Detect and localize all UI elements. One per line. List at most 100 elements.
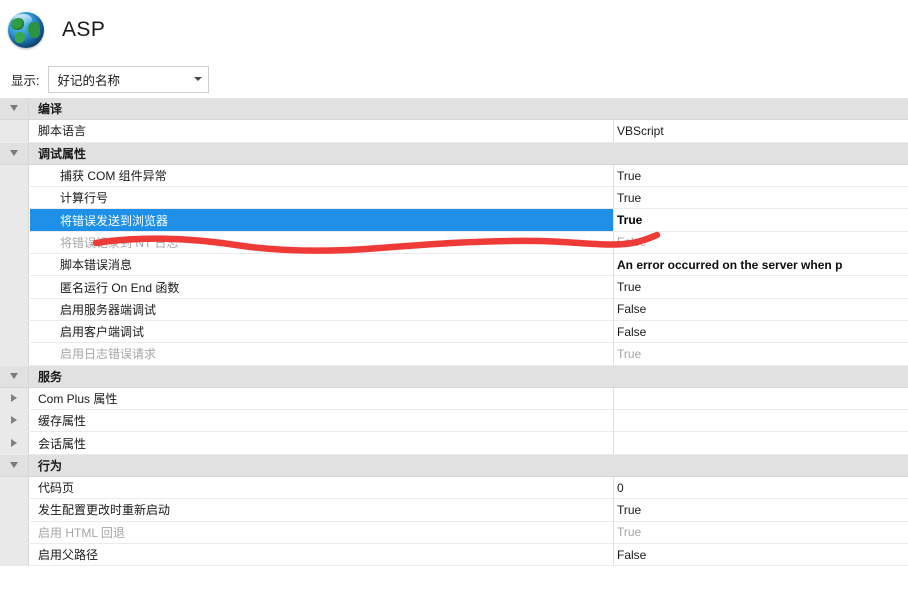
column-divider[interactable] bbox=[613, 320, 614, 343]
property-value[interactable] bbox=[617, 366, 908, 387]
globe-landmass bbox=[15, 32, 25, 43]
column-divider[interactable] bbox=[613, 432, 614, 454]
row-gutter[interactable] bbox=[0, 454, 29, 477]
property-row[interactable]: 启用 HTML 回退 True bbox=[0, 521, 908, 544]
row-gutter[interactable] bbox=[0, 432, 29, 454]
property-value[interactable] bbox=[617, 410, 908, 431]
column-divider[interactable] bbox=[613, 387, 614, 410]
filter-bar: 显示: 好记的名称 bbox=[0, 60, 908, 98]
property-value[interactable] bbox=[617, 432, 908, 453]
property-row[interactable]: 启用父路径 False bbox=[0, 543, 908, 567]
property-name: 启用日志错误请求 bbox=[60, 347, 157, 362]
property-row[interactable]: 捕获 COM 组件异常 True bbox=[0, 164, 908, 188]
row-gutter[interactable] bbox=[0, 410, 29, 432]
property-row[interactable]: 代码页 0 bbox=[0, 477, 908, 500]
filter-label: 显示: bbox=[11, 73, 40, 88]
property-row[interactable]: 启用客户端调试 False bbox=[0, 320, 908, 344]
property-value[interactable]: False bbox=[617, 299, 908, 320]
property-value[interactable]: True bbox=[617, 343, 908, 364]
property-row[interactable]: 将错误记录到 NT 日志 False bbox=[0, 231, 908, 255]
property-row[interactable]: 脚本语言 VBScript bbox=[0, 120, 908, 143]
property-row[interactable]: 脚本错误消息 An error occurred on the server wh… bbox=[0, 254, 908, 277]
column-divider[interactable] bbox=[613, 164, 614, 187]
column-divider[interactable] bbox=[613, 231, 614, 254]
column-divider[interactable] bbox=[613, 276, 614, 298]
column-divider[interactable] bbox=[613, 521, 614, 543]
column-divider[interactable] bbox=[613, 143, 614, 164]
property-name: 启用服务器端调试 bbox=[60, 302, 157, 317]
property-value[interactable]: True bbox=[617, 209, 908, 230]
property-name: 脚本语言 bbox=[38, 124, 87, 139]
property-value[interactable] bbox=[617, 388, 908, 409]
column-divider[interactable] bbox=[613, 120, 614, 142]
property-value[interactable] bbox=[617, 98, 908, 119]
column-divider[interactable] bbox=[613, 455, 614, 476]
property-name: 服务 bbox=[38, 369, 63, 384]
property-name: 代码页 bbox=[38, 481, 75, 496]
expander-expanded-icon[interactable] bbox=[9, 149, 19, 157]
expander-collapsed-icon[interactable] bbox=[11, 394, 17, 403]
property-row[interactable]: 计算行号 True bbox=[0, 187, 908, 210]
property-value[interactable]: True bbox=[617, 276, 908, 297]
property-value[interactable]: True bbox=[617, 522, 908, 543]
expander-expanded-icon[interactable] bbox=[9, 372, 19, 380]
row-gutter[interactable] bbox=[0, 387, 29, 410]
title-bar: ASP bbox=[0, 0, 908, 60]
property-name: Com Plus 属性 bbox=[38, 392, 118, 406]
column-divider[interactable] bbox=[613, 209, 614, 231]
property-row[interactable]: 发生配置更改时重新启动 True bbox=[0, 499, 908, 522]
property-value[interactable]: True bbox=[617, 165, 908, 186]
property-value[interactable]: 0 bbox=[617, 477, 908, 498]
display-mode-dropdown[interactable]: 好记的名称 bbox=[48, 65, 210, 93]
column-divider[interactable] bbox=[613, 543, 614, 566]
column-divider[interactable] bbox=[613, 298, 614, 320]
globe-landmass bbox=[11, 18, 24, 30]
page-title: ASP bbox=[62, 18, 106, 41]
property-row[interactable]: 缓存属性 bbox=[0, 410, 908, 433]
property-value[interactable]: True bbox=[617, 499, 908, 520]
row-gutter bbox=[0, 164, 29, 187]
row-gutter bbox=[0, 209, 29, 231]
column-divider[interactable] bbox=[613, 187, 614, 209]
property-grid[interactable]: 编译脚本语言 VBScript 调试属性 捕获 COM 组件异常 True 计算行号 Tru… bbox=[0, 98, 908, 600]
column-divider[interactable] bbox=[613, 477, 614, 499]
property-row[interactable]: 启用日志错误请求 True bbox=[0, 343, 908, 366]
column-divider[interactable] bbox=[613, 254, 614, 276]
property-row[interactable]: Com Plus 属性 bbox=[0, 387, 908, 411]
property-group-header[interactable]: 调试属性 bbox=[0, 142, 908, 165]
column-divider[interactable] bbox=[613, 366, 614, 387]
property-name: 会话属性 bbox=[38, 436, 87, 451]
property-group-header[interactable]: 服务 bbox=[0, 365, 908, 388]
property-value[interactable] bbox=[617, 143, 908, 164]
column-divider[interactable] bbox=[613, 343, 614, 365]
expander-collapsed-icon[interactable] bbox=[11, 416, 17, 425]
property-value[interactable]: False bbox=[617, 232, 908, 253]
expander-collapsed-icon[interactable] bbox=[11, 438, 17, 448]
property-value[interactable]: An error occurred on the server when p bbox=[617, 254, 908, 275]
property-value[interactable]: True bbox=[617, 187, 908, 208]
row-gutter[interactable] bbox=[0, 98, 29, 120]
row-gutter[interactable] bbox=[0, 365, 29, 387]
property-name: 启用父路径 bbox=[38, 548, 99, 563]
column-divider[interactable] bbox=[613, 98, 614, 119]
property-value[interactable] bbox=[617, 455, 908, 476]
column-divider[interactable] bbox=[613, 499, 614, 521]
property-name: 脚本错误消息 bbox=[60, 258, 133, 273]
property-group-header[interactable]: 编译 bbox=[0, 98, 908, 121]
column-divider[interactable] bbox=[613, 410, 614, 432]
property-value[interactable]: VBScript bbox=[617, 120, 908, 141]
property-group-header[interactable]: 行为 bbox=[0, 454, 908, 478]
chevron-down-icon[interactable] bbox=[188, 77, 208, 81]
expander-expanded-icon[interactable] bbox=[9, 105, 19, 112]
display-mode-value: 好记的名称 bbox=[57, 73, 120, 88]
expander-expanded-icon[interactable] bbox=[9, 461, 19, 469]
property-row[interactable]: 将错误发送到浏览器 True bbox=[0, 209, 908, 232]
property-row[interactable]: 启用服务器端调试 False bbox=[0, 298, 908, 321]
row-gutter[interactable] bbox=[0, 142, 29, 164]
property-row[interactable]: 会话属性 bbox=[0, 432, 908, 455]
property-value[interactable]: False bbox=[617, 544, 908, 565]
property-value[interactable]: False bbox=[617, 321, 908, 342]
property-name: 匿名运行 On End 函数 bbox=[60, 280, 180, 295]
property-row[interactable]: 匿名运行 On End 函数 True bbox=[0, 276, 908, 299]
row-gutter bbox=[0, 187, 29, 209]
